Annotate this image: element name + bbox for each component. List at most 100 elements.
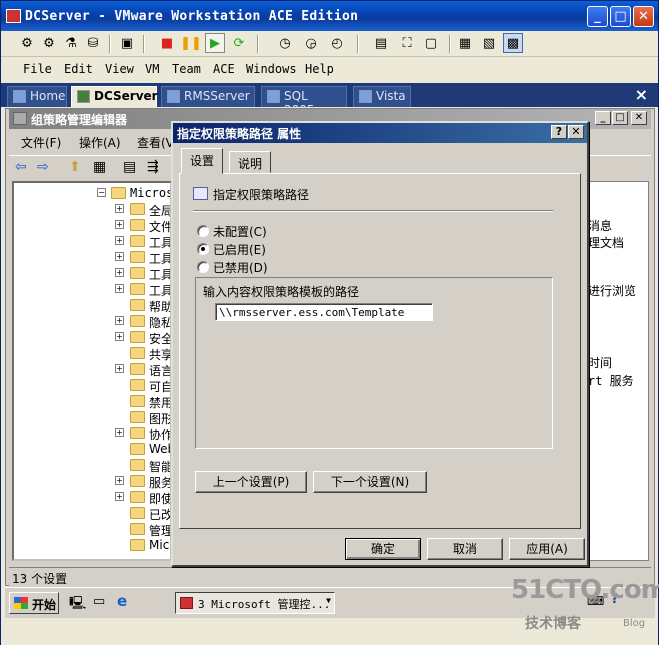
tabs-view-icon[interactable]: ▩ bbox=[503, 33, 523, 53]
snapshot-manager-icon[interactable]: ⛁ bbox=[83, 33, 103, 53]
tree-item[interactable]: + 协作 bbox=[14, 425, 170, 442]
collapse-icon[interactable]: − bbox=[97, 188, 106, 197]
tree-item[interactable]: + 服务 bbox=[14, 473, 170, 490]
radio-enabled[interactable] bbox=[197, 243, 209, 255]
gpe-minimize-button[interactable]: _ bbox=[595, 111, 611, 125]
tree-item[interactable]: + 即使 bbox=[14, 489, 170, 506]
minimize-button[interactable]: _ bbox=[587, 6, 608, 27]
full-screen-icon[interactable]: ⛶ bbox=[397, 33, 417, 53]
suspend-icon[interactable]: ❚❚ bbox=[180, 33, 202, 53]
tree-item[interactable]: + 安全 bbox=[14, 329, 170, 346]
menu-windows[interactable]: Windows bbox=[246, 62, 297, 76]
show-sidebar-icon[interactable]: ▤ bbox=[371, 33, 391, 53]
snapshot-icon[interactable]: ⚙ bbox=[17, 33, 37, 53]
expand-icon[interactable]: + bbox=[115, 236, 124, 245]
snapshot-revert-icon[interactable]: ◶ bbox=[301, 33, 321, 53]
take-snapshot-icon[interactable]: ⚗ bbox=[61, 33, 81, 53]
dialog-close-button[interactable]: ✕ bbox=[568, 125, 584, 139]
start-button[interactable]: 开始 bbox=[9, 592, 59, 614]
expand-icon[interactable]: + bbox=[115, 476, 124, 485]
tab-vista[interactable]: Vista bbox=[353, 86, 411, 107]
radio-disabled[interactable] bbox=[197, 261, 209, 273]
tree-item[interactable]: + 工具 bbox=[14, 249, 170, 266]
summary-icon[interactable]: ▦ bbox=[455, 33, 475, 53]
close-button[interactable]: ✕ bbox=[633, 6, 654, 27]
apply-button[interactable]: 应用(A) bbox=[509, 538, 585, 560]
snapshot-take-icon[interactable]: ◷ bbox=[275, 33, 295, 53]
tree-item[interactable]: 已改 bbox=[14, 505, 170, 522]
expand-icon[interactable]: + bbox=[115, 204, 124, 213]
radio-not-configured[interactable] bbox=[197, 225, 209, 237]
menu-help[interactable]: Help bbox=[305, 62, 334, 76]
vmware-titlebar[interactable]: DCServer - VMware Workstation ACE Editio… bbox=[1, 1, 658, 31]
help-button[interactable]: ? bbox=[551, 125, 567, 139]
show-tree-icon[interactable]: ▦ bbox=[93, 159, 106, 175]
tree-item[interactable]: + 语言 bbox=[14, 361, 170, 378]
tab-explain[interactable]: 说明 bbox=[229, 151, 272, 173]
expand-icon[interactable]: + bbox=[115, 268, 124, 277]
tree-item[interactable]: + 工具 bbox=[14, 265, 170, 282]
tree-item[interactable]: 共享 bbox=[14, 345, 170, 362]
expand-icon[interactable]: + bbox=[115, 252, 124, 261]
reset-icon[interactable]: ⟳ bbox=[229, 33, 249, 53]
expand-icon[interactable]: + bbox=[115, 220, 124, 229]
snapshot-manage-icon[interactable]: ◴ bbox=[327, 33, 347, 53]
back-icon[interactable]: ⇦ bbox=[15, 159, 27, 175]
gpe-menu-action[interactable]: 操作(A) bbox=[79, 134, 121, 151]
tree-item[interactable]: Micr bbox=[14, 537, 170, 553]
tab-rmsserver[interactable]: RMSServer bbox=[161, 86, 255, 107]
gpe-maximize-button[interactable]: □ bbox=[612, 111, 628, 125]
menu-view[interactable]: View bbox=[105, 62, 134, 76]
expand-icon[interactable]: + bbox=[115, 428, 124, 437]
menu-edit[interactable]: Edit bbox=[64, 62, 93, 76]
expand-icon[interactable]: + bbox=[115, 316, 124, 325]
expand-icon[interactable]: + bbox=[115, 364, 124, 373]
tree-item[interactable]: + 隐私 bbox=[14, 313, 170, 330]
export-icon[interactable]: ⇶ bbox=[147, 159, 159, 175]
server-manager-icon[interactable]: 🖳 bbox=[69, 594, 86, 616]
tree-item[interactable]: + 全局 bbox=[14, 201, 170, 218]
path-input[interactable] bbox=[215, 303, 433, 321]
tree-item[interactable]: 图形 bbox=[14, 409, 170, 426]
up-folder-icon[interactable]: ⬆ bbox=[69, 159, 81, 175]
next-setting-button[interactable]: 下一个设置(N) bbox=[313, 471, 427, 493]
tab-home[interactable]: Home bbox=[7, 86, 67, 107]
previous-setting-button[interactable]: 上一个设置(P) bbox=[195, 471, 307, 493]
console-view-icon[interactable]: ▧ bbox=[479, 33, 499, 53]
menu-team[interactable]: Team bbox=[172, 62, 201, 76]
menu-file[interactable]: File bbox=[23, 62, 52, 76]
gpe-menu-file[interactable]: 文件(F) bbox=[21, 134, 61, 151]
gpe-close-button[interactable]: ✕ bbox=[631, 111, 647, 125]
maximize-button[interactable]: □ bbox=[610, 6, 631, 27]
revert-snapshot-icon[interactable]: ⚙ bbox=[39, 33, 59, 53]
close-tab-icon[interactable]: × bbox=[635, 85, 648, 104]
forward-icon[interactable]: ⇨ bbox=[37, 159, 49, 175]
power-on-icon[interactable]: ▶ bbox=[205, 33, 225, 53]
quick-switch-icon[interactable]: ▢ bbox=[421, 33, 441, 53]
gpe-menu-view[interactable]: 查看(V bbox=[137, 134, 174, 151]
tree-item[interactable]: 管理 bbox=[14, 521, 170, 538]
tab-settings[interactable]: 设置 bbox=[181, 148, 224, 174]
expand-icon[interactable]: + bbox=[115, 284, 124, 293]
expand-icon[interactable]: + bbox=[115, 332, 124, 341]
ok-button[interactable]: 确定 bbox=[345, 538, 421, 560]
tree-item[interactable]: 智能 bbox=[14, 457, 170, 474]
tree-item[interactable]: 禁用 bbox=[14, 393, 170, 410]
tab-dcserver[interactable]: DCServer bbox=[71, 86, 158, 107]
tree-item[interactable]: + 工具 bbox=[14, 233, 170, 250]
menu-ace[interactable]: ACE bbox=[213, 62, 235, 76]
tree-item[interactable]: 可自 bbox=[14, 377, 170, 394]
taskbar-item-mmc[interactable]: 3 Microsoft 管理控... ▼ bbox=[175, 592, 335, 614]
power-off-icon[interactable]: ■ bbox=[157, 33, 177, 53]
cancel-button[interactable]: 取消 bbox=[427, 538, 503, 560]
internet-explorer-icon[interactable]: e bbox=[117, 592, 127, 610]
tree-item[interactable]: + 文件 bbox=[14, 217, 170, 234]
dialog-titlebar[interactable]: 指定权限策略路径 属性 ? ✕ bbox=[173, 123, 587, 143]
expand-icon[interactable]: + bbox=[115, 492, 124, 501]
console-icon[interactable]: ▣ bbox=[117, 33, 137, 53]
properties-icon[interactable]: ▤ bbox=[123, 159, 136, 175]
tree-row-root[interactable]: − Microso bbox=[14, 185, 170, 201]
tree-item[interactable]: 帮助 bbox=[14, 297, 170, 314]
tab-sql-2005[interactable]: SQL 2005 bbox=[261, 86, 347, 117]
tree-item[interactable]: Web bbox=[14, 441, 170, 457]
